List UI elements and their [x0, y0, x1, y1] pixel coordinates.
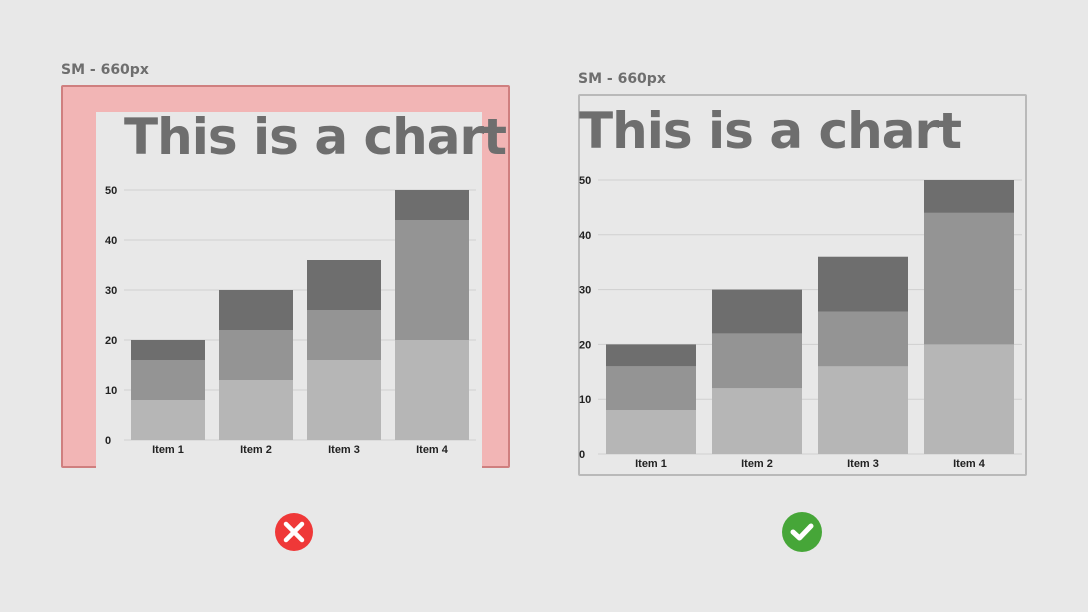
x-tick-label: Item 3	[847, 458, 879, 470]
bar-segment	[712, 388, 802, 454]
stacked-bar-chart: 0 10 20 30 40 50 Item 1 Item 2 Item 3 Item 4	[105, 185, 476, 456]
check-circle-icon	[782, 512, 822, 552]
panel-label-correct: SM - 660px	[578, 71, 666, 87]
x-tick-label: Item 4	[416, 444, 449, 456]
bar-segment	[131, 400, 205, 440]
x-circle-icon	[274, 512, 314, 552]
y-tick-label: 30	[105, 285, 117, 297]
chart-title: This is a chart	[579, 102, 962, 160]
y-tick-label: 20	[105, 335, 117, 347]
y-tick-label: 50	[579, 175, 591, 187]
x-tick-label: Item 1	[635, 458, 667, 470]
bar-segment	[307, 260, 381, 310]
bar-segment	[307, 360, 381, 440]
x-tick-label: Item 2	[240, 444, 272, 456]
y-tick-label: 0	[579, 449, 585, 461]
y-tick-label: 40	[579, 230, 591, 242]
bar-segment	[395, 340, 469, 440]
y-tick-label: 10	[579, 394, 591, 406]
y-tick-label: 0	[105, 435, 111, 447]
bar-segment	[924, 180, 1014, 213]
bar-segment	[818, 256, 908, 312]
bar-segment	[131, 360, 205, 400]
bar-segment	[924, 212, 1014, 345]
x-tick-label: Item 4	[953, 458, 986, 470]
chart-title: This is a chart	[124, 108, 507, 166]
y-tick-label: 20	[579, 339, 591, 351]
bar-segment	[606, 410, 696, 454]
bar-segment	[924, 344, 1014, 454]
bar-segment	[606, 344, 696, 367]
bar-segment	[219, 380, 293, 440]
bar-segment	[606, 366, 696, 411]
bar-segment	[818, 366, 908, 454]
y-tick-label: 40	[105, 235, 117, 247]
y-tick-label: 50	[105, 185, 117, 197]
panel-label-incorrect: SM - 660px	[61, 62, 149, 78]
x-tick-label: Item 3	[328, 444, 360, 456]
y-tick-label: 30	[579, 285, 591, 297]
bar-segment	[131, 340, 205, 360]
x-tick-label: Item 2	[741, 458, 773, 470]
bar-segment	[219, 290, 293, 330]
bar-segment	[712, 333, 802, 389]
bar-segment	[395, 220, 469, 340]
bar-segment	[219, 330, 293, 380]
bar-segment	[395, 190, 469, 220]
bar-segment	[712, 289, 802, 334]
x-tick-label: Item 1	[152, 444, 184, 456]
bar-segment	[307, 310, 381, 360]
stacked-bar-chart: 0 10 20 30 40 50 Item 1 Item 2 Item 3 Item 4	[579, 175, 1022, 470]
y-tick-label: 10	[105, 385, 117, 397]
bar-segment	[818, 311, 908, 367]
